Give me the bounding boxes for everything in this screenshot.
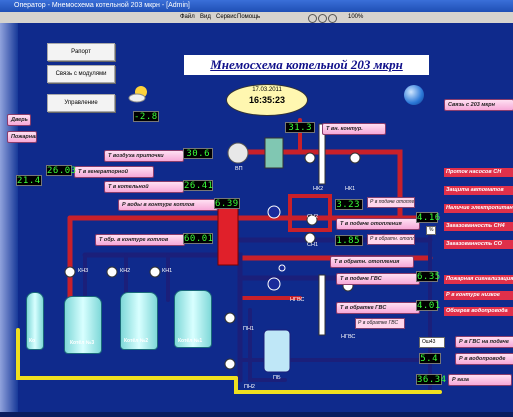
- valve-kn2-icon: [106, 266, 118, 278]
- door-label: Дверь: [7, 114, 31, 126]
- boiler-return-label: Т обр. в контуре котлов: [95, 234, 185, 246]
- modules-link-button[interactable]: Связь с модулями: [47, 65, 115, 83]
- heat-supply-pressure-display: 3.23: [335, 199, 363, 210]
- pump-pn1-label: ПН1: [243, 326, 254, 332]
- heat-supply-temp-display: 4.16: [416, 212, 441, 223]
- report-button[interactable]: Рапорт: [47, 43, 115, 61]
- hws-supply-temp-label: Т в подаче ГВС: [336, 273, 420, 285]
- pump-hws2-label: НГВС: [341, 334, 356, 340]
- clock-panel: 17.03.2011 16:35:23: [226, 84, 308, 116]
- water-main-label: Р в водопроводе: [455, 353, 513, 365]
- link-203-label[interactable]: Связь с 203 мкрн: [444, 99, 513, 111]
- boiler-4-label: Ко: [29, 338, 36, 344]
- pump-nk1-label: НК1: [345, 186, 356, 192]
- weather-icon: [128, 86, 147, 103]
- valve-pn2-icon: [224, 358, 236, 370]
- page-title: Мнемосхема котельной 203 мкрн: [184, 55, 429, 75]
- valve-kn3-icon: [64, 266, 76, 278]
- boiler-2-label: Котёл №2: [124, 338, 149, 344]
- alarm-power: Наличие электропитания: [444, 204, 513, 213]
- valve-kn1-icon: [149, 266, 161, 278]
- pump-small-icon: [278, 264, 286, 272]
- error-unit: Ош43: [419, 337, 445, 348]
- fan-label: ВП: [235, 166, 243, 172]
- hws-return-temp-label: Т в обратке ГВС: [336, 302, 420, 314]
- tank-label: ПБ: [273, 375, 281, 381]
- heat-exchanger-2: [318, 274, 326, 336]
- gas-pressure-label: Р газа: [448, 374, 512, 386]
- percent-unit: %: [426, 226, 437, 235]
- boiler-room-display: 26.41: [183, 180, 214, 191]
- heat-supply-temp-label: Т в подаче отопления: [336, 218, 420, 230]
- pump-kn1-label: КН1: [162, 268, 173, 274]
- fan-icon: [227, 142, 249, 164]
- generator2-display: 21.4: [16, 175, 42, 186]
- pump-ch2-icon: [267, 205, 281, 219]
- control-button[interactable]: Управление: [47, 94, 115, 112]
- globe-icon: [404, 85, 424, 105]
- supply-air-label: Т воздуха приточки: [104, 150, 184, 162]
- heat-return-pressure-display: 1.85: [335, 235, 363, 246]
- boiler-contour-pressure-label: Р воды в контуре котлов: [118, 199, 218, 211]
- clock-date: 17.03.2011: [252, 87, 282, 93]
- hws-supply-pressure-label: Р в ГВС на подаче: [455, 336, 513, 348]
- fire-label: Пожарная: [7, 131, 37, 143]
- heat-supply-pressure-label: Р в подаче отопления: [367, 197, 415, 208]
- alarm-co: Загазованность СО: [444, 240, 513, 249]
- alarm-pipe-heating: Обогрев водопровода: [444, 307, 513, 316]
- status-bar: [0, 412, 513, 417]
- heat-return-temp-label: Т в обратн. отопления: [330, 256, 414, 268]
- boiler-return-display: 60.01: [183, 233, 214, 244]
- boiler-3-label: Котёл №3: [70, 340, 95, 346]
- boiler-room-label: Т в котельной: [104, 181, 184, 193]
- hws-pressure-display: 5.4: [419, 353, 441, 364]
- heat-return-pressure-label: Р в обратн. отопления: [367, 234, 415, 245]
- alarm-fire: Пожарная сигнализация: [444, 275, 513, 284]
- manifold: [217, 204, 239, 266]
- contour-temp-display: 31.3: [285, 122, 315, 133]
- gas-pressure-display: 36.34: [416, 374, 447, 385]
- valve-nk2-icon: [304, 152, 316, 164]
- pump-kn3-label: КН3: [78, 268, 89, 274]
- pump-hws-icon: [267, 277, 281, 291]
- hws-supply-temp-display: 6.35: [416, 271, 441, 282]
- tank-pb: [263, 329, 291, 373]
- hws-return-pressure-label: Р в обратке ГВС: [355, 318, 405, 329]
- valve-pn1-icon: [224, 312, 236, 324]
- pump-nk2-label: НК2: [313, 186, 324, 192]
- pump-kn2-label: КН2: [120, 268, 131, 274]
- generator-temp-display: 26.03: [46, 165, 77, 176]
- pump-hws1-label: НГВС: [290, 297, 305, 303]
- valve-nk1-icon: [349, 152, 361, 164]
- pump-pn2-label: ПН2: [244, 384, 255, 390]
- boiler-1-label: Котёл №1: [178, 338, 203, 344]
- clock-time: 16:35:23: [248, 95, 286, 105]
- hws-return-temp-display: 4.01: [416, 300, 441, 311]
- pump-ch1-label: СН1: [307, 242, 319, 248]
- generator-temp-label: Т в генераторной: [74, 166, 154, 178]
- alarm-low-pressure: Р в контуре низкое: [444, 291, 513, 300]
- outdoor-temp-display: -2.8: [133, 111, 159, 122]
- alarm-breaker-protection: Защита автоматов: [444, 186, 513, 195]
- heater-icon: [264, 137, 284, 169]
- boiler-contour-pressure-display: 6.39: [214, 198, 240, 209]
- contour-temp-label: Т вн. контур.: [322, 123, 386, 135]
- supply-air-display: 30.6: [183, 148, 213, 159]
- alarm-ch4: Загазованность СН4: [444, 222, 513, 231]
- pump-ch2-label: СН2: [307, 214, 319, 220]
- scada-window: Оператор - Мнемосхема котельной 203 мкрн…: [0, 0, 513, 417]
- alarm-pump-flow: Проток насосов СН: [444, 168, 513, 177]
